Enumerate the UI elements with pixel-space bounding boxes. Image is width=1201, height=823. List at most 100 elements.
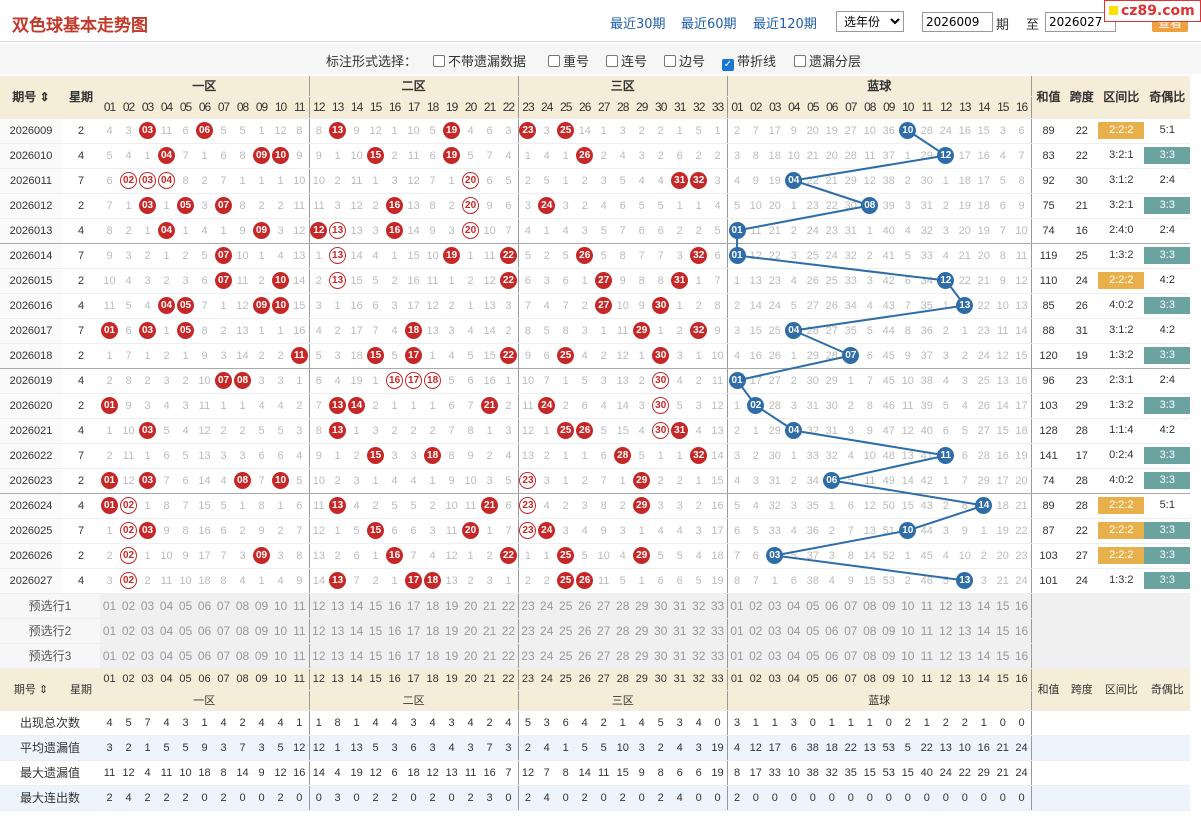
pick-blue-number[interactable]: 02 — [746, 643, 766, 669]
pick-blue-number[interactable]: 03 — [765, 618, 785, 644]
pick-red-number[interactable]: 23 — [518, 593, 538, 619]
nav-recent-120[interactable]: 最近120期 — [753, 13, 817, 32]
pick-blue-number[interactable]: 12 — [936, 593, 956, 619]
pick-red-number[interactable]: 21 — [480, 643, 500, 669]
pick-red-number[interactable]: 26 — [575, 618, 595, 644]
pick-red-number[interactable]: 04 — [157, 618, 176, 644]
pick-red-number[interactable]: 25 — [556, 618, 576, 644]
pick-red-number[interactable]: 11 — [290, 618, 310, 644]
pick-red-number[interactable]: 20 — [461, 618, 481, 644]
pick-red-number[interactable]: 09 — [252, 643, 271, 669]
pick-blue-number[interactable]: 09 — [879, 643, 899, 669]
pick-row[interactable]: 预选行3 01 02 03 04 05 06 07 08 09 10 11 12 13 14 15 16 17 18… — [0, 643, 1191, 669]
pick-red-number[interactable]: 07 — [214, 618, 233, 644]
pick-red-number[interactable]: 17 — [404, 618, 424, 644]
pick-red-number[interactable]: 27 — [594, 643, 614, 669]
pick-red-number[interactable]: 18 — [423, 593, 443, 619]
pick-red-number[interactable]: 14 — [347, 618, 367, 644]
checkbox-icon[interactable] — [606, 55, 618, 67]
nav-recent-30[interactable]: 最近30期 — [610, 13, 666, 32]
pick-red-number[interactable]: 09 — [252, 618, 271, 644]
option-4[interactable]: ✓ 带折线 — [722, 51, 776, 71]
pick-red-number[interactable]: 07 — [214, 643, 233, 669]
pick-red-number[interactable]: 02 — [119, 618, 138, 644]
pick-red-number[interactable]: 09 — [252, 593, 271, 619]
checkbox-icon[interactable] — [433, 55, 445, 67]
pick-red-number[interactable]: 24 — [537, 593, 557, 619]
pick-red-number[interactable]: 30 — [651, 643, 671, 669]
pick-red-number[interactable]: 32 — [689, 593, 709, 619]
pick-red-number[interactable]: 32 — [689, 643, 709, 669]
checkbox-checked-icon[interactable]: ✓ — [722, 59, 734, 71]
pick-red-number[interactable]: 28 — [613, 593, 633, 619]
pick-red-number[interactable]: 16 — [385, 593, 405, 619]
pick-blue-number[interactable]: 05 — [803, 618, 823, 644]
pick-red-number[interactable]: 05 — [176, 593, 195, 619]
pick-red-number[interactable]: 28 — [613, 643, 633, 669]
pick-blue-number[interactable]: 15 — [993, 593, 1013, 619]
pick-blue-number[interactable]: 10 — [898, 618, 918, 644]
pick-red-number[interactable]: 03 — [138, 593, 157, 619]
pick-blue-number[interactable]: 13 — [955, 618, 975, 644]
pick-blue-number[interactable]: 14 — [974, 643, 994, 669]
pick-blue-number[interactable]: 01 — [727, 593, 747, 619]
pick-blue-number[interactable]: 14 — [974, 593, 994, 619]
pick-red-number[interactable]: 27 — [594, 618, 614, 644]
pick-red-number[interactable]: 12 — [309, 618, 329, 644]
nav-recent-60[interactable]: 最近60期 — [681, 13, 737, 32]
pick-blue-number[interactable]: 16 — [1012, 593, 1032, 619]
pick-blue-number[interactable]: 06 — [822, 618, 842, 644]
pick-red-number[interactable]: 30 — [651, 593, 671, 619]
checkbox-icon[interactable] — [794, 55, 806, 67]
year-select[interactable]: 选年份 — [836, 11, 904, 32]
pick-red-number[interactable]: 31 — [670, 643, 690, 669]
checkbox-icon[interactable] — [664, 55, 676, 67]
pick-blue-number[interactable]: 04 — [784, 643, 804, 669]
pick-red-number[interactable]: 33 — [708, 593, 728, 619]
option-3[interactable]: 边号 — [664, 51, 705, 70]
pick-blue-number[interactable]: 01 — [727, 643, 747, 669]
pick-red-number[interactable]: 19 — [442, 643, 462, 669]
pick-red-number[interactable]: 31 — [670, 593, 690, 619]
pick-red-number[interactable]: 04 — [157, 643, 176, 669]
pick-blue-number[interactable]: 11 — [917, 618, 937, 644]
pick-red-number[interactable]: 13 — [328, 643, 348, 669]
pick-blue-number[interactable]: 02 — [746, 593, 766, 619]
issue-header[interactable]: 期号 ⇕ — [0, 76, 62, 119]
option-2[interactable]: 连号 — [606, 51, 647, 70]
pick-blue-number[interactable]: 07 — [841, 643, 861, 669]
pick-red-number[interactable]: 25 — [556, 593, 576, 619]
pick-red-number[interactable]: 01 — [100, 618, 119, 644]
pick-blue-number[interactable]: 11 — [917, 643, 937, 669]
pick-red-number[interactable]: 27 — [594, 593, 614, 619]
pick-red-number[interactable]: 02 — [119, 643, 138, 669]
option-1[interactable]: 重号 — [548, 51, 589, 70]
pick-red-number[interactable]: 03 — [138, 618, 157, 644]
pick-red-number[interactable]: 10 — [271, 618, 290, 644]
pick-red-number[interactable]: 28 — [613, 618, 633, 644]
pick-blue-number[interactable]: 08 — [860, 618, 880, 644]
pick-blue-number[interactable]: 06 — [822, 593, 842, 619]
pick-red-number[interactable]: 21 — [480, 618, 500, 644]
pick-red-number[interactable]: 17 — [404, 643, 424, 669]
pick-red-number[interactable]: 06 — [195, 618, 214, 644]
pick-red-number[interactable]: 23 — [518, 618, 538, 644]
pick-red-number[interactable]: 13 — [328, 593, 348, 619]
pick-blue-number[interactable]: 10 — [898, 593, 918, 619]
pick-blue-number[interactable]: 07 — [841, 593, 861, 619]
pick-red-number[interactable]: 15 — [366, 643, 386, 669]
pick-red-number[interactable]: 08 — [233, 593, 252, 619]
pick-red-number[interactable]: 17 — [404, 593, 424, 619]
pick-red-number[interactable]: 22 — [499, 643, 519, 669]
option-0[interactable]: 不带遗漏数据 — [433, 51, 526, 70]
pick-red-number[interactable]: 18 — [423, 643, 443, 669]
pick-red-number[interactable]: 12 — [309, 593, 329, 619]
pick-blue-number[interactable]: 04 — [784, 618, 804, 644]
pick-blue-number[interactable]: 13 — [955, 593, 975, 619]
pick-blue-number[interactable]: 09 — [879, 618, 899, 644]
pick-red-number[interactable]: 20 — [461, 593, 481, 619]
pick-red-number[interactable]: 15 — [366, 618, 386, 644]
pick-red-number[interactable]: 14 — [347, 643, 367, 669]
pick-red-number[interactable]: 14 — [347, 593, 367, 619]
pick-blue-number[interactable]: 08 — [860, 593, 880, 619]
